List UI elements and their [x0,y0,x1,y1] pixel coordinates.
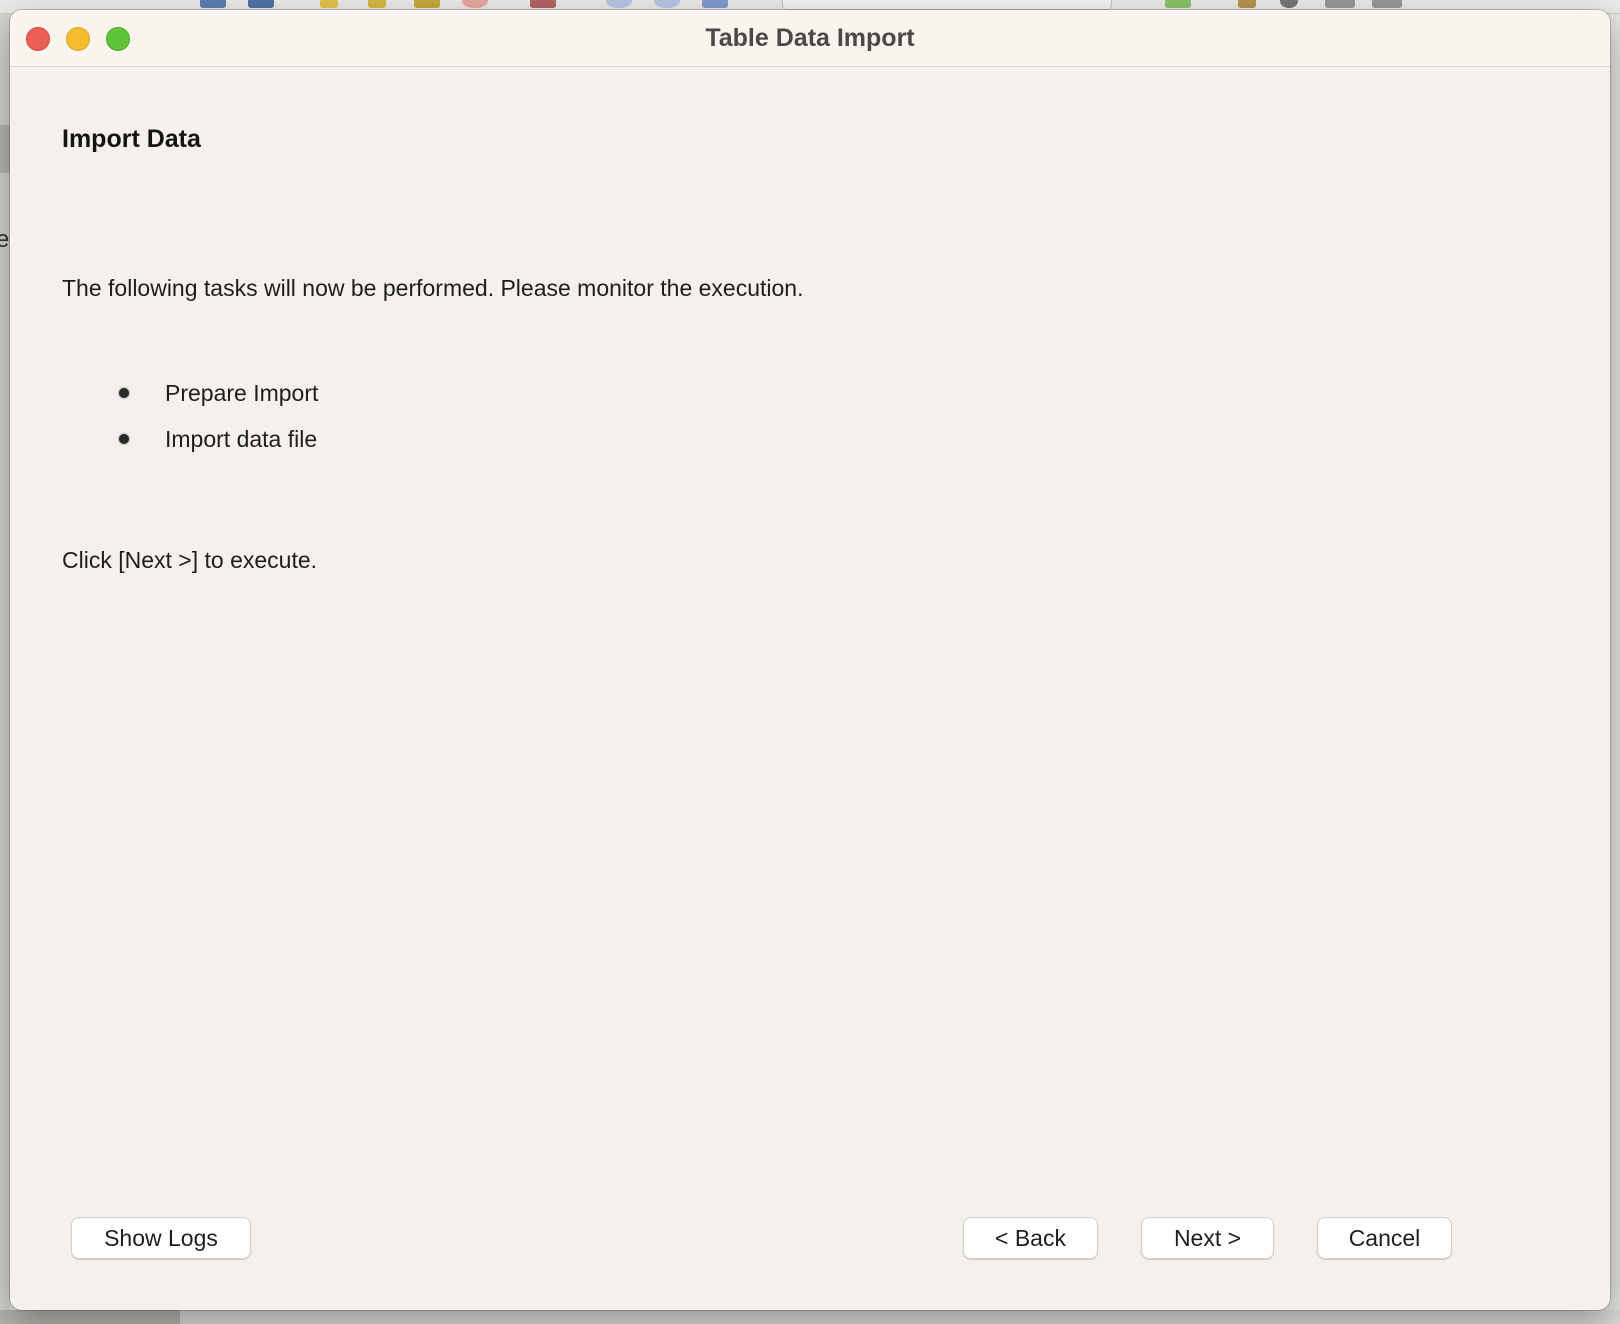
intro-text: The following tasks will now be performe… [62,275,804,301]
background-bottom-panel-light [180,1310,1620,1324]
background-left-panel [0,14,10,1324]
toolbar-icon[interactable] [368,0,386,8]
background-left-selection [0,125,10,173]
toolbar-icon[interactable] [654,0,680,8]
background-left-text: e [0,226,10,253]
next-button[interactable]: Next > [1141,1217,1274,1259]
toolbar-icon[interactable] [462,0,488,8]
toolbar-icon[interactable] [530,0,556,8]
limit-rows-dropdown[interactable] [782,0,1112,10]
toolbar-icon[interactable] [320,0,338,8]
bullet-icon [119,434,129,444]
task-label: Prepare Import [165,380,319,406]
toolbar-icon[interactable] [606,0,632,8]
table-data-import-dialog: Table Data Import Import Data The follow… [10,10,1610,1310]
toolbar-icon[interactable] [414,0,440,8]
toolbar-icon[interactable] [200,0,226,8]
window-title: Table Data Import [705,24,915,52]
minimize-window-button[interactable] [66,27,90,51]
toolbar-icon[interactable] [702,0,728,8]
task-label: Import data file [165,426,318,452]
toolbar-icon[interactable] [1372,0,1402,8]
maximize-window-button[interactable] [106,27,130,51]
toolbar-icon[interactable] [248,0,274,8]
show-logs-button[interactable]: Show Logs [71,1217,251,1259]
cancel-button[interactable]: Cancel [1317,1217,1452,1259]
page-title: Import Data [62,125,201,153]
execute-hint-text: Click [Next >] to execute. [62,547,318,573]
close-window-button[interactable] [26,27,50,51]
toolbar-icon[interactable] [1165,0,1191,8]
back-button[interactable]: < Back [963,1217,1098,1259]
toolbar-icon[interactable] [1238,0,1256,8]
title-bar[interactable]: Table Data Import [10,10,1610,67]
search-icon[interactable] [1280,0,1298,8]
bullet-icon [119,388,129,398]
toolbar-icon[interactable] [1325,0,1355,8]
